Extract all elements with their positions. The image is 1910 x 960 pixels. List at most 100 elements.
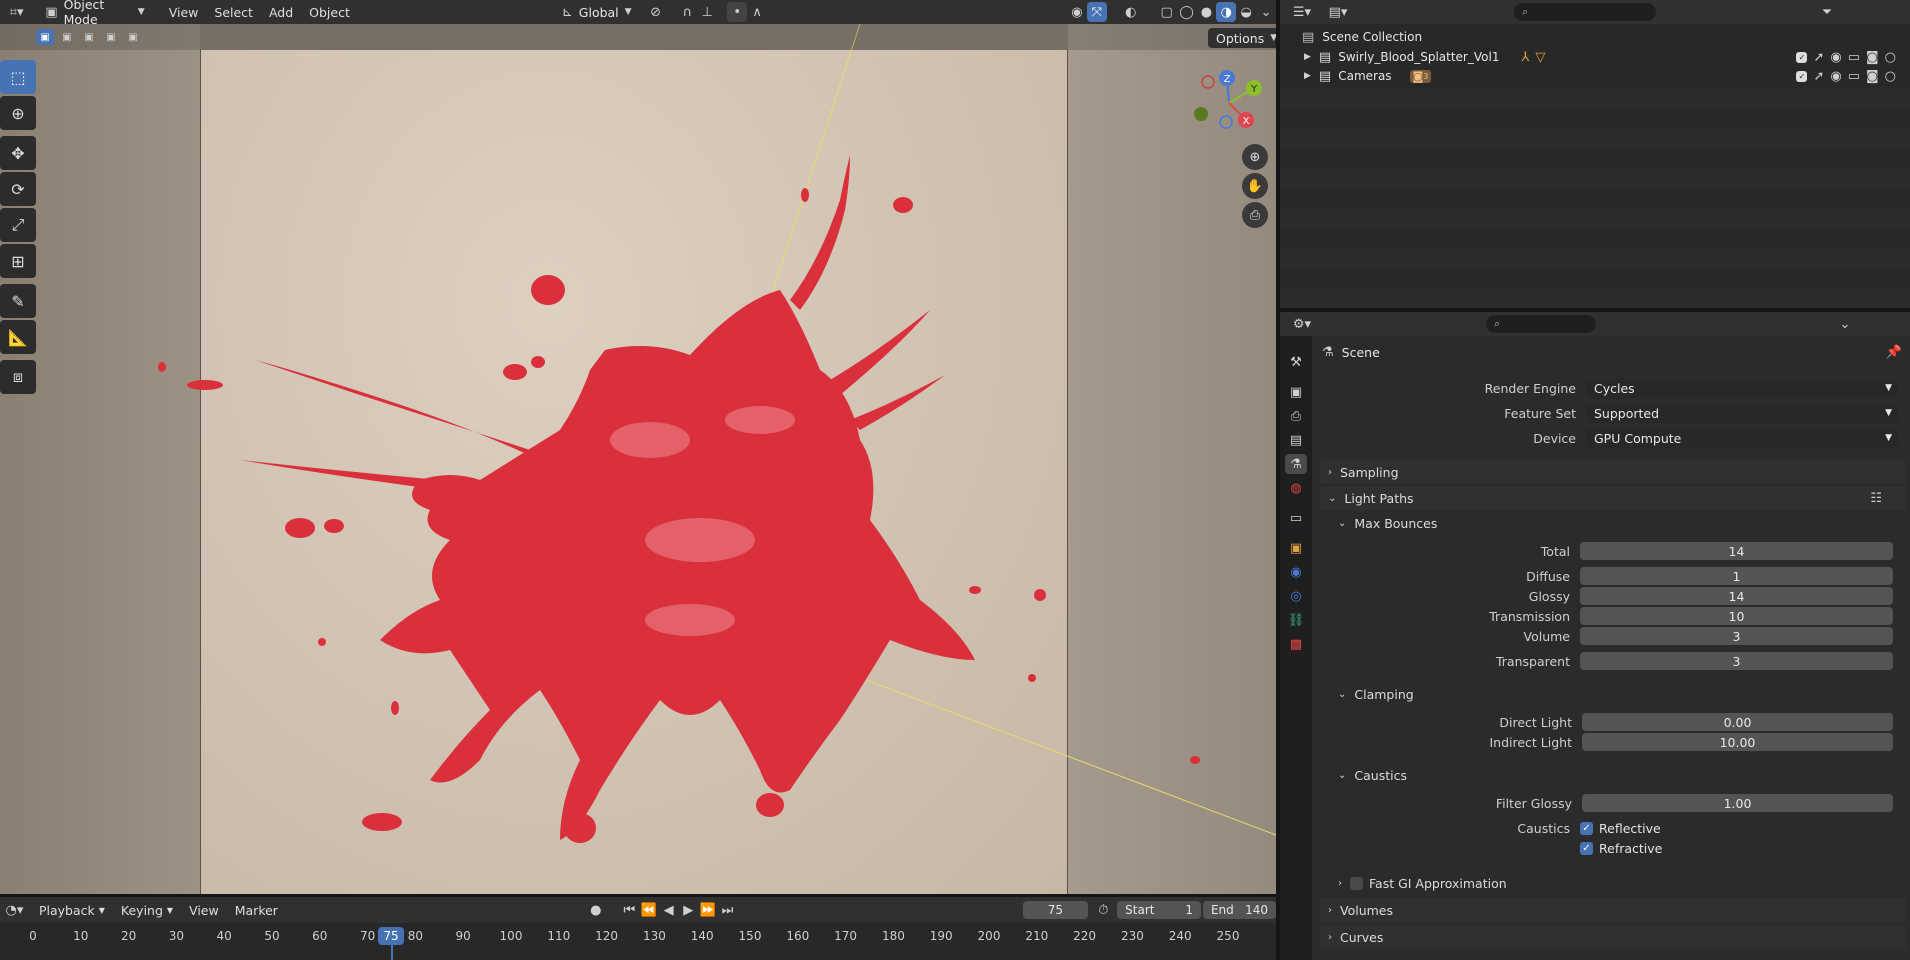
- options-chevron-icon[interactable]: ⌄: [1834, 314, 1856, 334]
- start-frame-field[interactable]: Start 1: [1117, 901, 1201, 919]
- menu-object[interactable]: Object: [301, 1, 358, 23]
- bounce-diffuse-field[interactable]: 1: [1580, 567, 1893, 585]
- camera-view-button[interactable]: ⎙: [1242, 202, 1268, 228]
- eye-icon[interactable]: ◉: [1830, 50, 1841, 65]
- selectable-icon[interactable]: ➚: [1813, 69, 1824, 84]
- bounce-transmission-field[interactable]: 10: [1580, 607, 1893, 625]
- menu-keying[interactable]: Keying ▼: [113, 899, 181, 921]
- snap-target-icon[interactable]: ⊥: [697, 2, 717, 22]
- scene-tab-icon[interactable]: ⚗: [1285, 454, 1307, 474]
- navigation-gizmo[interactable]: Z Y X: [1194, 68, 1264, 138]
- expand-arrow-icon[interactable]: ▶: [1304, 71, 1311, 81]
- next-keyframe-icon[interactable]: ⏩: [698, 900, 718, 920]
- physics-tab-icon[interactable]: ◎: [1285, 586, 1307, 606]
- select-invert-icon[interactable]: ▣: [102, 29, 120, 45]
- sampling-panel-header[interactable]: › Sampling: [1320, 460, 1906, 484]
- max-bounces-subpanel-header[interactable]: ⌄ Max Bounces: [1316, 511, 1910, 535]
- area-divider-horizontal[interactable]: [1280, 308, 1910, 312]
- eye-icon[interactable]: ◉: [1830, 69, 1841, 84]
- current-frame-field[interactable]: 75: [1023, 901, 1088, 919]
- select-box-tool[interactable]: ⬚: [0, 60, 36, 94]
- constraint-tab-icon[interactable]: ⛓: [1285, 610, 1307, 630]
- selectable-icon[interactable]: ➚: [1813, 50, 1824, 65]
- outliner-search-input[interactable]: ⌕: [1514, 3, 1656, 21]
- pivot-icon[interactable]: ⊘: [646, 2, 666, 22]
- render-engine-select[interactable]: Cycles ▼: [1586, 378, 1898, 398]
- transform-orientation-dropdown[interactable]: ⊾ Global ▼: [553, 2, 640, 22]
- pan-button[interactable]: ✋: [1242, 173, 1268, 199]
- jump-end-icon[interactable]: ⏭: [718, 900, 738, 920]
- expand-arrow-icon[interactable]: ▶: [1304, 52, 1311, 62]
- presets-icon[interactable]: ☷: [1870, 491, 1882, 506]
- tool-tab-icon[interactable]: ⚒: [1285, 352, 1307, 372]
- options-dropdown[interactable]: Options ▼: [1208, 28, 1286, 48]
- render-tab-icon[interactable]: ▣: [1285, 382, 1307, 402]
- light-paths-panel-header[interactable]: ⌄ Light Paths ☷: [1320, 486, 1906, 510]
- outliner-row-scene-collection[interactable]: ▤ Scene Collection: [1302, 28, 1422, 46]
- exclude-checkbox[interactable]: ✓: [1796, 51, 1808, 63]
- filter-glossy-field[interactable]: 1.00: [1582, 794, 1893, 812]
- clamping-subpanel-header[interactable]: ⌄ Clamping: [1316, 682, 1910, 706]
- world-tab-icon[interactable]: ◍: [1285, 478, 1307, 498]
- stopwatch-icon[interactable]: ⏱: [1094, 900, 1114, 920]
- texture-tab-icon[interactable]: ▩: [1285, 634, 1307, 654]
- scale-tool[interactable]: ⤢: [0, 208, 36, 242]
- holdout-icon[interactable]: ○: [1885, 50, 1896, 65]
- volumes-panel-header[interactable]: › Volumes: [1320, 898, 1906, 922]
- properties-search-input[interactable]: ⌕: [1486, 315, 1596, 333]
- menu-select[interactable]: Select: [206, 1, 261, 23]
- shading-dropdown-icon[interactable]: ⌄: [1256, 2, 1276, 22]
- play-reverse-icon[interactable]: ◀: [659, 900, 679, 920]
- indirect-light-field[interactable]: 10.00: [1582, 733, 1893, 751]
- frame-ruler[interactable]: 0 10 20 30 40 50 60 70 80 90 100 110 120 130 140 150 160…: [0, 923, 1276, 960]
- menu-view[interactable]: View: [161, 1, 207, 23]
- mode-dropdown[interactable]: ▣ Object Mode ▼: [37, 0, 153, 27]
- select-new-icon[interactable]: ▣: [36, 29, 54, 45]
- output-tab-icon[interactable]: ⎙: [1285, 406, 1307, 426]
- outliner-row[interactable]: ▶ ▤ Cameras ◙ 3 ✓ ➚ ◉ ▭ ◙ ○: [1280, 66, 1910, 86]
- gizmo-toggle-icon[interactable]: ⤧: [1086, 2, 1107, 22]
- fast-gi-checkbox[interactable]: [1350, 876, 1363, 890]
- filter-icon[interactable]: ⏷: [1816, 2, 1838, 22]
- viewport-area[interactable]: ⌗▾ ▣ Object Mode ▼ View Select Add Objec…: [0, 0, 1286, 895]
- collection-tab-icon[interactable]: ▭: [1285, 508, 1307, 528]
- zoom-button[interactable]: ⊕: [1242, 144, 1268, 170]
- menu-view[interactable]: View: [181, 899, 227, 921]
- menu-marker[interactable]: Marker: [227, 899, 286, 921]
- move-tool[interactable]: ✥: [0, 136, 36, 170]
- xray-icon[interactable]: ▢: [1157, 2, 1177, 22]
- view-layer-tab-icon[interactable]: ▤: [1285, 430, 1307, 450]
- render-camera-icon[interactable]: ◙: [1866, 50, 1879, 65]
- bounce-volume-field[interactable]: 3: [1580, 627, 1893, 645]
- record-icon[interactable]: ●: [586, 900, 606, 920]
- fast-gi-subpanel-header[interactable]: › Fast GI Approximation: [1316, 871, 1910, 895]
- select-intersect-icon[interactable]: ▣: [124, 29, 142, 45]
- monitor-icon[interactable]: ▭: [1848, 50, 1860, 65]
- visibility-icon[interactable]: ◉: [1067, 2, 1087, 22]
- properties-editor-icon[interactable]: ⚙▾: [1288, 314, 1316, 334]
- reflective-checkbox[interactable]: ✓: [1580, 821, 1593, 835]
- rotate-tool[interactable]: ⟳: [0, 172, 36, 206]
- bounce-transparent-field[interactable]: 3: [1580, 652, 1893, 670]
- cursor-tool[interactable]: ⊕: [0, 96, 36, 130]
- wireframe-shading-icon[interactable]: ◯: [1177, 2, 1197, 22]
- caustics-subpanel-header[interactable]: ⌄ Caustics: [1316, 763, 1910, 787]
- display-mode-icon[interactable]: ▤▾: [1324, 2, 1352, 22]
- curves-panel-header[interactable]: › Curves: [1320, 925, 1906, 949]
- device-select[interactable]: GPU Compute ▼: [1586, 428, 1898, 448]
- overlay-toggle-icon[interactable]: ◐: [1121, 2, 1141, 22]
- menu-playback[interactable]: Playback ▼: [31, 899, 113, 921]
- playhead[interactable]: 75: [378, 927, 404, 945]
- measure-tool[interactable]: 📐: [0, 320, 36, 354]
- render-camera-icon[interactable]: ◙: [1866, 69, 1879, 84]
- proportional-edit-icon[interactable]: •: [727, 2, 748, 22]
- jump-start-icon[interactable]: ⏮: [620, 900, 640, 920]
- menu-add[interactable]: Add: [261, 1, 301, 23]
- falloff-icon[interactable]: ∧: [747, 2, 767, 22]
- area-divider-timeline[interactable]: [0, 894, 1276, 897]
- timeline-editor-icon[interactable]: ◔▾: [2, 900, 27, 920]
- editor-type-icon[interactable]: ⌗▾: [4, 2, 29, 22]
- feature-set-select[interactable]: Supported ▼: [1586, 403, 1898, 423]
- rendered-shading-icon[interactable]: ◒: [1236, 2, 1256, 22]
- select-extend-icon[interactable]: ▣: [58, 29, 76, 45]
